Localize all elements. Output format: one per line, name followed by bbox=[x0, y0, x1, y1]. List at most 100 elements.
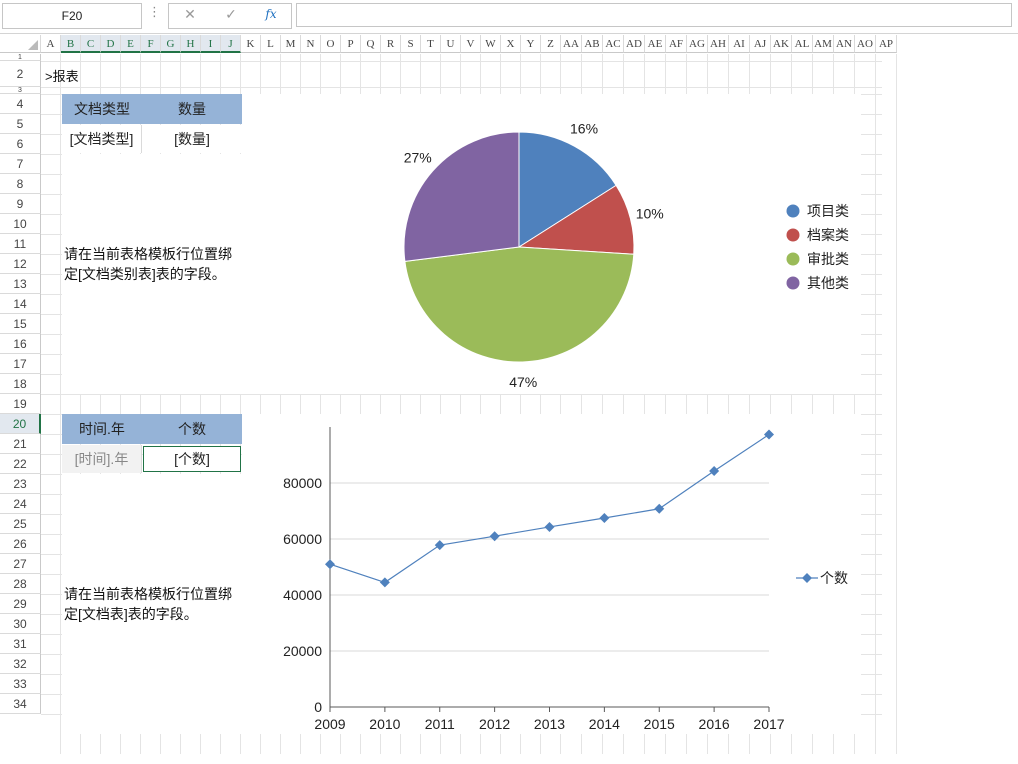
row-header-2[interactable]: 2 bbox=[0, 61, 41, 87]
field-count[interactable]: [个数] bbox=[143, 446, 241, 472]
column-header-AG[interactable]: AG bbox=[687, 35, 708, 53]
row-header-15[interactable]: 15 bbox=[0, 314, 41, 334]
column-header-K[interactable]: K bbox=[241, 35, 261, 53]
column-header-O[interactable]: O bbox=[321, 35, 341, 53]
header-count[interactable]: 个数 bbox=[142, 414, 242, 444]
insert-function-icon[interactable]: fx bbox=[261, 7, 281, 25]
select-all-icon[interactable] bbox=[28, 40, 38, 50]
row-header-28[interactable]: 28 bbox=[0, 574, 41, 594]
cancel-icon[interactable]: ✕ bbox=[180, 7, 200, 25]
column-header-AP[interactable]: AP bbox=[876, 35, 897, 53]
column-header-AJ[interactable]: AJ bbox=[750, 35, 771, 53]
note-table1: 请在当前表格模板行位置绑定[文档类别表]表的字段。 bbox=[64, 246, 232, 282]
row-header-1[interactable]: 1 bbox=[0, 54, 41, 61]
header-year[interactable]: 时间.年 bbox=[62, 414, 142, 444]
row-header-9[interactable]: 9 bbox=[0, 194, 41, 214]
column-header-Z[interactable]: Z bbox=[541, 35, 561, 53]
pie-chart-area[interactable] bbox=[242, 94, 861, 394]
column-header-X[interactable]: X bbox=[501, 35, 521, 53]
column-header-M[interactable]: M bbox=[281, 35, 301, 53]
column-header-L[interactable]: L bbox=[261, 35, 281, 53]
row-header-13[interactable]: 13 bbox=[0, 274, 41, 294]
column-header-W[interactable]: W bbox=[481, 35, 501, 53]
column-header-Y[interactable]: Y bbox=[521, 35, 541, 53]
column-header-Q[interactable]: Q bbox=[361, 35, 381, 53]
column-header-D[interactable]: D bbox=[101, 35, 121, 53]
column-header-N[interactable]: N bbox=[301, 35, 321, 53]
row-header-33[interactable]: 33 bbox=[0, 674, 41, 694]
column-header-H[interactable]: H bbox=[181, 35, 201, 53]
row-header-12[interactable]: 12 bbox=[0, 254, 41, 274]
note-table2: 请在当前表格模板行位置绑定[文档表]表的字段。 bbox=[64, 586, 232, 622]
row-header-16[interactable]: 16 bbox=[0, 334, 41, 354]
column-header-R[interactable]: R bbox=[381, 35, 401, 53]
more-options-icon[interactable]: ⋮ bbox=[148, 5, 161, 20]
row-header-24[interactable]: 24 bbox=[0, 494, 41, 514]
row-header-5[interactable]: 5 bbox=[0, 114, 41, 134]
row-header-4[interactable]: 4 bbox=[0, 94, 41, 114]
column-headers: A B C D E F G H I J K L M N O P Q R S T U V W X Y Z AA AB AC AD AE AF AG… bbox=[0, 35, 1018, 55]
row-header-21[interactable]: 21 bbox=[0, 434, 41, 454]
formula-input[interactable] bbox=[296, 3, 1012, 27]
grid-line-v bbox=[896, 54, 897, 754]
row-header-8[interactable]: 8 bbox=[0, 174, 41, 194]
enter-icon[interactable]: ✓ bbox=[221, 7, 241, 25]
row-header-29[interactable]: 29 bbox=[0, 594, 41, 614]
field-doc-type[interactable]: [文档类型] bbox=[62, 125, 142, 153]
column-header-AC[interactable]: AC bbox=[603, 35, 624, 53]
column-header-A[interactable]: A bbox=[41, 35, 61, 53]
column-header-AO[interactable]: AO bbox=[855, 35, 876, 53]
column-header-AH[interactable]: AH bbox=[708, 35, 729, 53]
column-header-AK[interactable]: AK bbox=[771, 35, 792, 53]
row-header-18[interactable]: 18 bbox=[0, 374, 41, 394]
column-header-P[interactable]: P bbox=[341, 35, 361, 53]
row-header-10[interactable]: 10 bbox=[0, 214, 41, 234]
header-quantity[interactable]: 数量 bbox=[142, 94, 242, 124]
row-header-14[interactable]: 14 bbox=[0, 294, 41, 314]
row-header-32[interactable]: 32 bbox=[0, 654, 41, 674]
column-header-AE[interactable]: AE bbox=[645, 35, 666, 53]
field-year[interactable]: [时间].年 bbox=[62, 445, 142, 473]
formula-bar: F20 ⋮ ✕ ✓ fx bbox=[0, 0, 1018, 34]
column-header-S[interactable]: S bbox=[401, 35, 421, 53]
column-header-T[interactable]: T bbox=[421, 35, 441, 53]
column-header-AI[interactable]: AI bbox=[729, 35, 750, 53]
column-header-I[interactable]: I bbox=[201, 35, 221, 53]
column-header-AD[interactable]: AD bbox=[624, 35, 645, 53]
column-header-C[interactable]: C bbox=[81, 35, 101, 53]
header-doc-type[interactable]: 文档类型 bbox=[62, 94, 142, 124]
column-header-AF[interactable]: AF bbox=[666, 35, 687, 53]
row-header-17[interactable]: 17 bbox=[0, 354, 41, 374]
row-header-34[interactable]: 34 bbox=[0, 694, 41, 714]
column-header-AN[interactable]: AN bbox=[834, 35, 855, 53]
row-header-11[interactable]: 11 bbox=[0, 234, 41, 254]
column-header-G[interactable]: G bbox=[161, 35, 181, 53]
name-box[interactable]: F20 bbox=[2, 3, 142, 29]
column-header-AM[interactable]: AM bbox=[813, 35, 834, 53]
line-chart-area[interactable] bbox=[242, 414, 861, 734]
column-header-B[interactable]: B bbox=[61, 35, 81, 53]
row-header-20[interactable]: 20 bbox=[0, 414, 41, 434]
row-header-7[interactable]: 7 bbox=[0, 154, 41, 174]
column-header-AB[interactable]: AB bbox=[582, 35, 603, 53]
row-header-23[interactable]: 23 bbox=[0, 474, 41, 494]
row-header-25[interactable]: 25 bbox=[0, 514, 41, 534]
column-header-AL[interactable]: AL bbox=[792, 35, 813, 53]
row-header-26[interactable]: 26 bbox=[0, 534, 41, 554]
row-header-19[interactable]: 19 bbox=[0, 394, 41, 414]
column-header-AA[interactable]: AA bbox=[561, 35, 582, 53]
row-header-6[interactable]: 6 bbox=[0, 134, 41, 154]
row-header-3[interactable]: 3 bbox=[0, 87, 41, 94]
column-header-F[interactable]: F bbox=[141, 35, 161, 53]
column-header-J[interactable]: J bbox=[221, 35, 241, 53]
field-quantity[interactable]: [数量] bbox=[142, 125, 242, 153]
column-header-V[interactable]: V bbox=[461, 35, 481, 53]
column-header-E[interactable]: E bbox=[121, 35, 141, 53]
grid-line-h bbox=[41, 61, 882, 62]
row-header-27[interactable]: 27 bbox=[0, 554, 41, 574]
row-header-22[interactable]: 22 bbox=[0, 454, 41, 474]
column-header-U[interactable]: U bbox=[441, 35, 461, 53]
row-header-31[interactable]: 31 bbox=[0, 634, 41, 654]
formula-buttons: ✕ ✓ fx bbox=[168, 3, 292, 29]
row-header-30[interactable]: 30 bbox=[0, 614, 41, 634]
